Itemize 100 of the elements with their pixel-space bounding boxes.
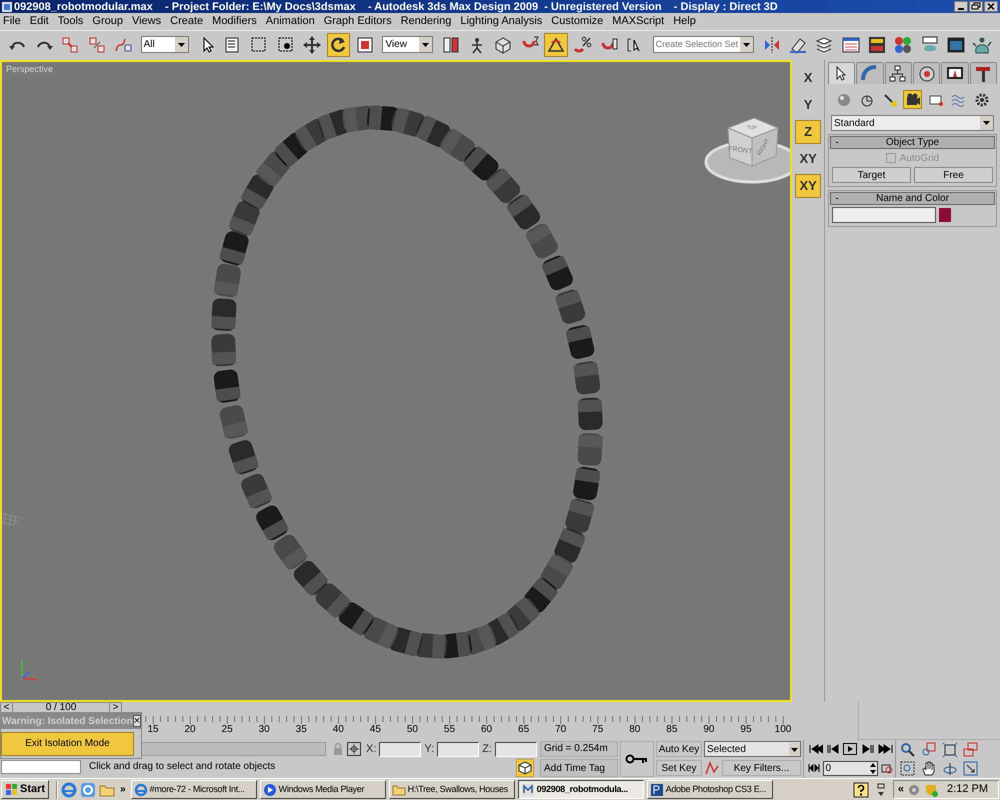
go-to-end-icon[interactable] <box>878 743 893 755</box>
browser-icon[interactable] <box>61 782 78 798</box>
rollout-title: Object Type <box>884 137 940 148</box>
panel-tab[interactable] <box>970 62 997 84</box>
zoom-all-icon[interactable] <box>921 742 937 758</box>
axis-constraint-button[interactable]: X <box>795 66 822 90</box>
start-button[interactable]: Start <box>1 780 50 799</box>
restore-icon[interactable] <box>969 1 983 12</box>
menu-item[interactable]: File <box>2 14 22 29</box>
window-title: 092908_robotmodular.max - Project Folder: E:\My Docs\3dsmax - Autodesk 3ds Max Design 2009 - Unregistered Version - Display : Direct 3D <box>14 0 779 12</box>
close-icon[interactable] <box>984 1 998 12</box>
panel-tab[interactable] <box>941 62 969 84</box>
taskbar-button[interactable]: Windows Media Player <box>260 780 386 799</box>
frame-number: 100 <box>774 724 792 736</box>
percent-snap-icon <box>572 34 592 54</box>
menu-item[interactable]: MAXScript <box>611 14 666 29</box>
next-frame-icon[interactable] <box>860 743 876 755</box>
zoom-extents-icon[interactable] <box>942 742 958 758</box>
axis-constraint-button[interactable]: Y <box>795 93 822 117</box>
taskbar-button[interactable]: #more-72 - Microsoft Int... <box>130 780 257 799</box>
play-icon[interactable] <box>843 743 858 755</box>
menu-item[interactable]: Modifiers <box>211 14 258 29</box>
menu-item[interactable]: Group <box>91 14 124 29</box>
axis-constraint-button[interactable]: XY <box>795 147 822 171</box>
pan-hand-icon[interactable] <box>921 760 937 776</box>
rollout-title: Name and Color <box>875 193 950 204</box>
category-button[interactable] <box>903 90 922 109</box>
orbit-icon[interactable] <box>942 760 958 776</box>
menu-item[interactable]: Animation <box>264 14 316 29</box>
gear-icon <box>974 92 990 108</box>
app-icon <box>1 0 13 12</box>
toolbar-button[interactable] <box>544 32 568 56</box>
menu-item[interactable]: Create <box>169 14 204 29</box>
menu-item[interactable]: Graph Editors <box>322 14 393 29</box>
taskbar-button[interactable]: H:\Tree, Swallows, Houses <box>388 780 515 799</box>
menu-item[interactable]: Help <box>672 14 697 29</box>
y-coordinate-field[interactable] <box>437 742 480 756</box>
frame-number: 40 <box>332 724 344 736</box>
axis-constraint-button[interactable]: XY <box>795 174 822 198</box>
name-field[interactable] <box>832 207 936 223</box>
menu-item[interactable]: Edit <box>28 14 50 29</box>
show-hidden-icons-button[interactable]: « <box>898 781 904 798</box>
close-button[interactable]: × <box>132 715 142 727</box>
coordinate-label: X: <box>366 742 376 757</box>
auto-key-button[interactable]: Auto Key <box>656 741 702 757</box>
more-button[interactable]: » <box>118 782 128 797</box>
key-curve-icon[interactable] <box>704 760 720 776</box>
menu-item[interactable]: Customize <box>550 14 604 29</box>
collapse-toggle[interactable]: - <box>831 137 843 148</box>
time-tag-icon[interactable] <box>516 759 534 777</box>
frame-number: 95 <box>740 724 752 736</box>
rendered-frame-icon <box>946 34 966 54</box>
checkbox-label: AutoGrid <box>900 152 940 166</box>
z-coordinate-field[interactable] <box>494 742 537 756</box>
previous-frame-icon[interactable] <box>826 743 840 755</box>
create-button[interactable]: Target <box>832 167 911 183</box>
taskbar-button[interactable]: Adobe Photoshop CS3 E... <box>646 780 773 799</box>
current-frame-field[interactable]: 0 <box>822 760 878 776</box>
x-coordinate-field[interactable] <box>379 742 422 756</box>
color-swatch[interactable] <box>939 208 951 222</box>
key-mode-dropdown[interactable]: Selected <box>704 741 801 757</box>
script-input-field[interactable] <box>1 760 81 774</box>
taskbar-button[interactable]: 092908_robotmodula... <box>518 780 644 799</box>
menu-item[interactable]: Rendering <box>400 14 452 29</box>
collapse-toggle[interactable]: - <box>831 193 843 204</box>
create-button[interactable]: Free <box>914 167 993 183</box>
exit-isolation-button[interactable]: Exit Isolation Mode <box>1 732 134 756</box>
key-filters-button[interactable]: Key Filters... <box>722 760 801 776</box>
minimize-icon[interactable] <box>954 1 968 12</box>
region-zoom-icon[interactable] <box>900 760 916 776</box>
panel-tab[interactable] <box>884 62 912 84</box>
zoom-icon[interactable] <box>900 742 916 758</box>
axis-constraint-button[interactable]: Z <box>795 120 822 144</box>
maximize-viewport-icon[interactable] <box>963 760 979 776</box>
frame-number: 35 <box>296 724 307 736</box>
spinner-icon[interactable] <box>869 762 878 774</box>
frame-number: 50 <box>406 724 418 736</box>
set-key-mode-button[interactable]: Set Key <box>656 760 702 776</box>
dropdown[interactable]: View <box>382 36 434 53</box>
go-to-start-icon[interactable] <box>808 743 823 755</box>
dropdown[interactable]: All <box>140 36 190 53</box>
link-icon <box>60 34 80 54</box>
absolute-mode-icon[interactable] <box>347 742 361 756</box>
add-time-tag-button[interactable]: Add Time Tag <box>540 759 618 777</box>
toolbar-button[interactable] <box>326 32 350 56</box>
panel-tab[interactable] <box>828 62 856 84</box>
set-key-button[interactable] <box>620 741 654 777</box>
menu-item[interactable]: Tools <box>56 14 84 29</box>
dropdown[interactable]: Create Selection Set <box>652 36 754 53</box>
menu-item[interactable]: Lighting Analysis <box>459 14 544 29</box>
light-icon <box>882 92 898 108</box>
type-dropdown[interactable]: Standard <box>831 115 994 131</box>
panel-tab[interactable] <box>912 62 940 84</box>
help-icon[interactable] <box>852 782 869 798</box>
dialog-title: Warning: Isolated Selection <box>2 714 133 728</box>
frame-number: 65 <box>518 724 530 736</box>
rollout-header[interactable]: - Name and Color <box>830 192 995 205</box>
rollout-header[interactable]: - Object Type <box>830 136 995 149</box>
menu-item[interactable]: Views <box>130 14 162 29</box>
language-bar-icon[interactable] <box>876 782 886 798</box>
